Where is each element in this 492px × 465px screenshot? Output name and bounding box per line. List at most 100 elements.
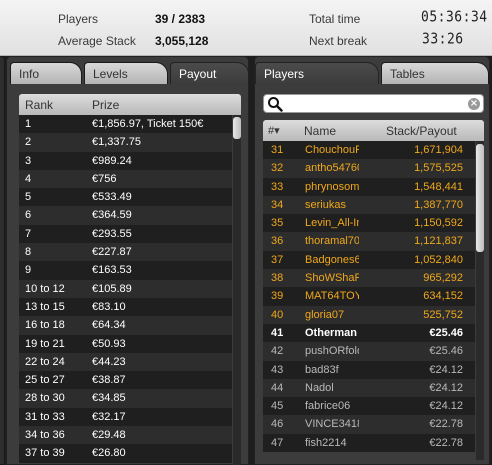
payout-prize: €50.93: [92, 337, 126, 350]
player-rank: 46: [271, 418, 284, 431]
payout-prize: €34.85: [92, 392, 126, 405]
player-name: ShoWShaR: [305, 272, 359, 285]
player-stack: €24.12: [429, 363, 463, 376]
payout-prize: €756: [92, 172, 117, 185]
tab-levels[interactable]: Levels: [84, 62, 168, 84]
player-rank: 36: [271, 235, 284, 248]
player-rank: 45: [271, 400, 284, 413]
player-rank: 42: [271, 345, 284, 358]
player-rank: 44: [271, 381, 284, 394]
header-rank-sort[interactable]: #▾: [268, 124, 280, 137]
payout-row: 13 to 15 €83.10: [19, 297, 232, 317]
payout-row: 19 to 21 €50.93: [19, 334, 232, 353]
player-rank: 35: [271, 217, 284, 230]
payout-prize: €64.34: [92, 319, 126, 332]
payout-prize: €293.55: [92, 227, 132, 240]
player-name: fish2214: [305, 436, 347, 449]
header-rank[interactable]: Rank: [25, 98, 53, 112]
payout-row: 10 to 12 €105.89: [19, 279, 232, 298]
player-name: pushORfold: [305, 345, 359, 358]
total-time-label: Total time: [309, 12, 361, 26]
payout-prize: €364.59: [92, 209, 132, 222]
player-rank: 43: [271, 363, 284, 376]
player-row[interactable]: 46 VINCE3418 €22.78: [263, 415, 475, 434]
tab-tables[interactable]: Tables: [381, 62, 489, 84]
payout-prize: €533.49: [92, 191, 132, 204]
player-name: fabrice06: [305, 400, 351, 413]
player-row[interactable]: 40 gloria07 525,752: [263, 305, 475, 324]
player-stack: 525,752: [423, 308, 463, 321]
player-rank: 38: [271, 272, 284, 285]
payout-row: 3 €989.24: [19, 151, 232, 170]
payout-row: 28 to 30 €34.85: [19, 389, 232, 408]
clear-search-icon[interactable]: ×: [468, 98, 480, 110]
player-row[interactable]: 45 fabrice06 €24.12: [263, 397, 475, 416]
player-row[interactable]: 38 ShoWShaR 965,292: [263, 269, 475, 288]
players-scrollbar[interactable]: [476, 141, 484, 460]
player-stack: 1,548,441: [414, 180, 463, 193]
payout-scrollbar[interactable]: [233, 115, 241, 465]
player-name: phrynosoma: [305, 180, 359, 193]
tournament-info-panel: Info Levels Payout Rank Prize 1 €1,856.97…: [6, 56, 249, 465]
player-row[interactable]: 42 pushORfold €25.46: [263, 342, 475, 361]
header-prize[interactable]: Prize: [92, 98, 119, 112]
player-row[interactable]: 32 antho54760 1,575,525: [263, 159, 475, 178]
left-edge-panel: [0, 56, 5, 465]
payout-prize: €26.80: [92, 447, 126, 460]
player-name: gloria07: [305, 308, 345, 321]
header-stack-payout[interactable]: Stack/Payout: [386, 124, 457, 138]
players-tab-bar: Players Tables: [255, 62, 489, 84]
header-name[interactable]: Name: [304, 124, 336, 138]
player-stack: 1,150,592: [414, 217, 463, 230]
player-stack: €25.46: [429, 345, 463, 358]
player-row[interactable]: 35 Levin_All-In 1,150,592: [263, 214, 475, 233]
player-rank: 34: [271, 198, 284, 211]
payout-row: 2 €1,337.75: [19, 133, 232, 152]
player-name: MAT64TOY: [305, 290, 359, 303]
payout-row: 4 €756: [19, 169, 232, 189]
tab-payout[interactable]: Payout: [170, 62, 249, 84]
player-row[interactable]: 47 fish2214 €22.78: [263, 433, 475, 453]
payout-row: 6 €364.59: [19, 206, 232, 225]
payout-rank: 3: [25, 154, 32, 167]
payout-rank: 8: [25, 246, 32, 259]
payout-row: 37 to 39 €26.80: [19, 444, 232, 463]
tab-info[interactable]: Info: [10, 62, 82, 84]
player-stack: €22.78: [429, 418, 463, 431]
payout-row: 22 to 24 €44.23: [19, 352, 232, 372]
payout-prize: €83.10: [92, 300, 126, 313]
player-rank: 40: [271, 308, 284, 321]
player-row[interactable]: 43 bad83f €24.12: [263, 360, 475, 379]
player-row[interactable]: 44 Nadol €24.12: [263, 378, 475, 398]
players-scroll-thumb[interactable]: [476, 144, 484, 252]
player-stack: 1,671,904: [414, 144, 463, 156]
player-row[interactable]: 39 MAT64TOY 634,152: [263, 287, 475, 306]
player-rank: 37: [271, 253, 284, 266]
average-stack-value: 3,055,128: [155, 34, 209, 48]
player-row[interactable]: 36 thoramal70 1,121,837: [263, 232, 475, 251]
payout-rank: 19 to 21: [25, 337, 65, 350]
search-icon: [268, 97, 283, 112]
player-row[interactable]: 34 seriukas 1,387,770: [263, 195, 475, 215]
payout-prize: €1,337.75: [92, 136, 141, 149]
player-row[interactable]: 41 Otherman €25.46: [263, 323, 475, 343]
player-rank: 39: [271, 290, 284, 303]
players-panel: Players Tables × #▾ Name Stack/Payout 31…: [254, 56, 490, 465]
payout-prize: €227.87: [92, 246, 132, 259]
player-row[interactable]: 31 ChouchouF 1,671,904: [263, 141, 475, 160]
payout-scroll-thumb[interactable]: [233, 117, 241, 139]
payout-rank: 25 to 27: [25, 374, 65, 387]
player-stack: 1,387,770: [414, 198, 463, 211]
search-input[interactable]: [286, 96, 466, 111]
player-rank: 32: [271, 162, 284, 175]
payout-table: 1 €1,856.97, Ticket 150€ 2 €1,337.75 3 €989.2…: [19, 115, 232, 465]
tab-players[interactable]: Players: [255, 62, 379, 84]
player-row[interactable]: 33 phrynosoma 1,548,441: [263, 177, 475, 196]
payout-row: 8 €227.87: [19, 243, 232, 262]
payout-body: Rank Prize 1 €1,856.97, Ticket 150€ 2 €1,33…: [7, 84, 248, 465]
player-name: antho54760: [305, 162, 359, 175]
payout-prize: €38.87: [92, 374, 126, 387]
payout-table-header: Rank Prize: [19, 94, 241, 115]
payout-prize: €1,856.97, Ticket 150€: [92, 118, 204, 130]
player-row[interactable]: 37 Badgones6 1,052,840: [263, 250, 475, 270]
